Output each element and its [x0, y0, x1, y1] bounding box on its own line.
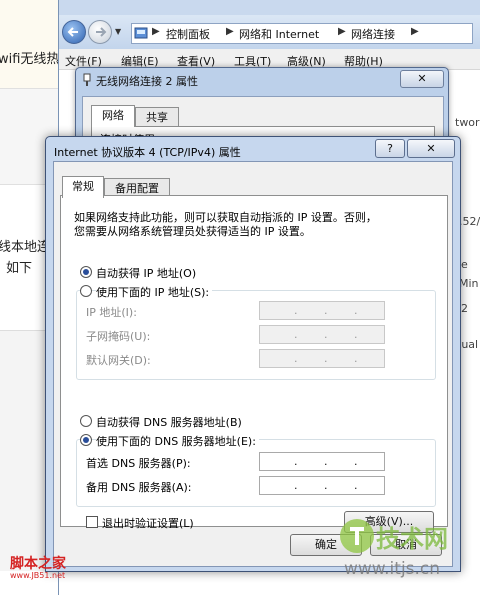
- itjs-logo-icon: [340, 519, 374, 553]
- tab-sharing[interactable]: 共享: [135, 107, 179, 127]
- ip-dot: .: [324, 328, 328, 341]
- forward-button[interactable]: [88, 20, 112, 44]
- ip-dot: .: [354, 479, 358, 492]
- connection-text-fragment: .52/: [459, 215, 480, 228]
- dns-auto-label[interactable]: 自动获得 DNS 服务器地址(B): [96, 414, 242, 430]
- ip-dot: .: [324, 304, 328, 317]
- dns-manual-radio[interactable]: [80, 434, 92, 446]
- ip-dot: .: [294, 479, 298, 492]
- ip-auto-radio[interactable]: [80, 266, 92, 278]
- close-icon: ✕: [426, 142, 436, 155]
- subnet-mask-input[interactable]: ...: [259, 325, 385, 344]
- tab-label: 常规: [72, 180, 94, 193]
- dns-auto-radio[interactable]: [80, 415, 92, 427]
- subnet-mask-label: 子网掩码(U):: [86, 330, 151, 343]
- tab-general[interactable]: 常规: [62, 176, 104, 198]
- close-button[interactable]: ✕: [407, 139, 455, 158]
- tab-label: 备用配置: [115, 182, 159, 195]
- default-gateway-input[interactable]: ...: [259, 349, 385, 368]
- breadcrumb-separator-icon: ▶: [226, 26, 234, 37]
- breadcrumb-separator-icon: ▶: [338, 26, 346, 37]
- help-button[interactable]: ?: [375, 139, 405, 158]
- ip-dot: .: [294, 328, 298, 341]
- ip-address-input[interactable]: ...: [259, 301, 385, 320]
- background-text: 线本地连: [0, 240, 51, 255]
- ip-dot: .: [294, 455, 298, 468]
- address-toolbar: ▼ ▶ 控制面板 ▶ 网络和 Internet ▶ 网络连接 ▶: [59, 15, 480, 49]
- breadcrumb-control-panel[interactable]: 控制面板: [166, 26, 210, 42]
- background-text: 如下: [6, 261, 33, 276]
- breadcrumb-separator-icon: ▶: [152, 26, 160, 37]
- ip-manual-label[interactable]: 使用下面的 IP 地址(S):: [96, 284, 213, 300]
- watermark-logo-text: 脚本之家: [10, 556, 66, 572]
- background-text: wifi无线热: [0, 52, 60, 67]
- ip-dot: .: [324, 479, 328, 492]
- breadcrumb-separator-icon: ▶: [411, 26, 419, 37]
- close-button[interactable]: ✕: [400, 70, 444, 88]
- validate-settings-checkbox[interactable]: [86, 516, 98, 528]
- background-band: [0, 0, 58, 88]
- ip-dot: .: [324, 455, 328, 468]
- forward-arrow-icon: [96, 27, 107, 37]
- default-gateway-label: 默认网关(D):: [86, 354, 151, 367]
- ip-dot: .: [294, 304, 298, 317]
- help-icon: ?: [387, 142, 393, 155]
- alternate-dns-input[interactable]: ...: [259, 476, 385, 495]
- dialog-title: Internet 协议版本 4 (TCP/IPv4) 属性: [54, 146, 241, 159]
- ip-dot: .: [354, 328, 358, 341]
- breadcrumb-network-internet[interactable]: 网络和 Internet: [239, 26, 319, 42]
- description-text: 您需要从网络系统管理员处获得适当的 IP 设置。: [74, 225, 311, 238]
- tab-network[interactable]: 网络: [91, 105, 135, 127]
- back-arrow-icon: [67, 27, 78, 37]
- history-dropdown-icon[interactable]: ▼: [115, 27, 121, 36]
- connection-text-fragment: twork: [455, 116, 480, 129]
- ip-dot: .: [354, 455, 358, 468]
- tab-label: 共享: [146, 111, 168, 124]
- alternate-dns-label: 备用 DNS 服务器(A):: [86, 481, 192, 494]
- validate-settings-label[interactable]: 退出时验证设置(L): [102, 515, 194, 531]
- preferred-dns-label: 首选 DNS 服务器(P):: [86, 457, 191, 470]
- connection-text-fragment: Min: [459, 277, 479, 290]
- dns-settings-group: [76, 439, 436, 507]
- breadcrumb-network-connections[interactable]: 网络连接: [351, 26, 395, 42]
- ip-dot: .: [354, 352, 358, 365]
- back-button[interactable]: [62, 20, 86, 44]
- ip-dot: .: [294, 352, 298, 365]
- ip-manual-radio[interactable]: [80, 285, 92, 297]
- tab-label: 网络: [102, 109, 124, 122]
- watermark-logo: 技术网 www.itjs.cn: [338, 513, 470, 585]
- address-bar[interactable]: ▶ 控制面板 ▶ 网络和 Internet ▶ 网络连接 ▶: [131, 23, 473, 44]
- ipv4-properties-dialog: Internet 协议版本 4 (TCP/IPv4) 属性 ? ✕ 常规 备用配…: [45, 136, 461, 572]
- watermark-url: www.JB51.net: [10, 571, 66, 580]
- ip-address-label: IP 地址(I):: [86, 306, 137, 319]
- watermark-logo-text: 技术网: [376, 525, 448, 553]
- button-label: 确定: [315, 538, 337, 551]
- preferred-dns-input[interactable]: ...: [259, 452, 385, 471]
- dialog-body: 常规 备用配置 如果网络支持此功能，则可以获取自动指派的 IP 设置。否则， 您…: [53, 161, 453, 567]
- control-panel-icon: [134, 27, 148, 39]
- close-icon: ✕: [417, 72, 427, 85]
- general-tab-panel: 如果网络支持此功能，则可以获取自动指派的 IP 设置。否则， 您需要从网络系统管…: [60, 195, 448, 533]
- network-adapter-icon: [83, 73, 91, 86]
- dns-manual-label[interactable]: 使用下面的 DNS 服务器地址(E):: [96, 433, 259, 449]
- connection-text-fragment: 2: [461, 302, 468, 315]
- ip-dot: .: [354, 304, 358, 317]
- watermark-url: www.itjs.cn: [344, 559, 441, 579]
- connection-text-fragment: e: [461, 258, 468, 271]
- ip-auto-label[interactable]: 自动获得 IP 地址(O): [96, 265, 196, 281]
- ip-dot: .: [324, 352, 328, 365]
- dialog-title: 无线网络连接 2 属性: [96, 75, 198, 88]
